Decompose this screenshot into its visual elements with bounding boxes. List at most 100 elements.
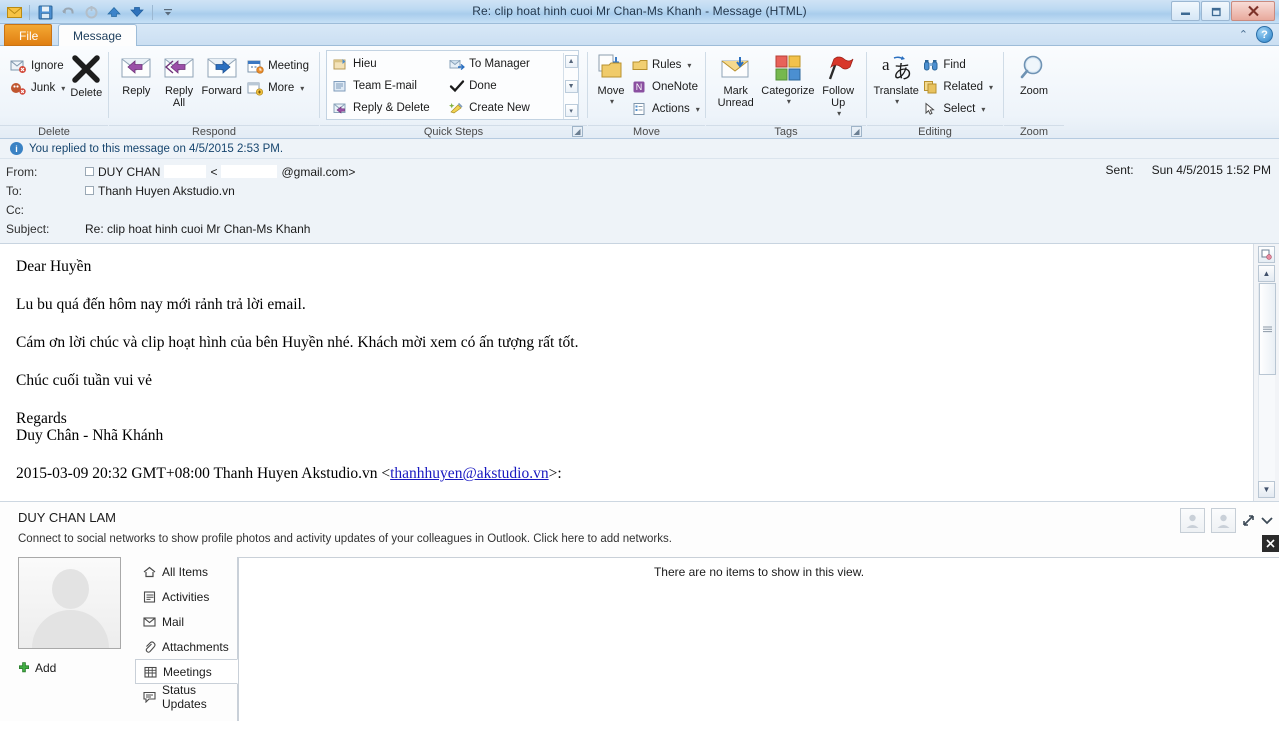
scroll-down-button[interactable]: ▼ [564,79,578,93]
close-people-pane-button[interactable] [1262,535,1279,552]
nav-item-status-updates[interactable]: Status Updates [135,682,237,711]
find-label: Find [943,59,966,71]
expand-arrows-icon[interactable] [1242,514,1255,527]
chevron-down-icon[interactable]: ▾ [787,97,791,106]
to-label: To: [6,183,23,198]
quick-steps-scroll[interactable]: ▲ ▼ ▾ [563,53,578,119]
nav-item-all-items[interactable]: All Items [135,559,237,584]
body-scrollbar[interactable]: ▲ ▼ [1253,244,1279,501]
restore-button[interactable] [1201,1,1230,21]
done-label: Done [469,80,497,92]
quick-steps-more-button[interactable]: ▾ [564,104,578,117]
collapse-ribbon-icon[interactable]: ⌃ [1239,28,1248,41]
close-button[interactable] [1231,1,1275,21]
chevron-down-icon[interactable]: ▾ [837,109,841,118]
more-button[interactable]: More ▾ [243,77,313,99]
chevron-down-icon[interactable]: ▾ [989,83,993,92]
delete-x-icon [69,53,103,85]
move-button[interactable]: Move ▾ [594,51,628,106]
scroll-down-arrow[interactable]: ▼ [1258,481,1275,498]
chevron-down-icon[interactable]: ▾ [300,84,304,93]
reply-button[interactable]: Reply [115,51,158,97]
translate-button[interactable]: aあ Translate ▾ [873,51,919,106]
tab-file[interactable]: File [4,24,52,46]
nav-label: All Items [162,564,209,579]
quick-step-done[interactable]: Done [445,75,563,97]
window-title: Re: clip hoat hinh cuoi Mr Chan-Ms Khanh… [472,4,807,18]
contact-thumbnail-2[interactable] [1211,508,1236,533]
nav-item-activities[interactable]: Activities [135,584,237,609]
onenote-button[interactable]: N OneNote [628,76,704,98]
from-value[interactable]: DUY CHAN < @gmail.com> [85,165,355,179]
related-button[interactable]: Related ▾ [919,76,997,98]
junk-button[interactable]: Junk ▾ [6,77,69,99]
to-value[interactable]: Thanh Huyen Akstudio.vn [85,184,235,198]
scroll-up-button[interactable]: ▲ [564,55,578,68]
group-label-delete: Delete [0,125,108,139]
group-label-editing: Editing [867,125,1003,139]
rules-button[interactable]: Rules ▾ [628,54,704,76]
actions-button[interactable]: Actions ▾ [628,98,704,120]
mark-unread-button[interactable]: Mark Unread [712,51,759,109]
quick-step-create-new[interactable]: Create New [445,97,563,119]
quick-step-reply-delete[interactable]: Reply & Delete [329,97,445,119]
window-controls[interactable] [1171,1,1275,21]
quick-steps-dialog-launcher[interactable]: ◢ [572,126,583,137]
nav-label: Status Updates [162,682,207,711]
tags-label-text: Tags [774,126,798,138]
tags-dialog-launcher[interactable]: ◢ [851,126,862,137]
nav-item-attachments[interactable]: Attachments [135,634,237,659]
categorize-button[interactable]: Categorize ▾ [759,51,816,106]
done-check-icon [449,79,465,93]
ignore-button[interactable]: Ignore [6,55,69,77]
chevron-down-icon[interactable] [1261,516,1273,525]
nav-label: Meetings [163,664,212,679]
select-browse-object-icon[interactable] [1258,246,1275,263]
body-paragraph-1: Lu bu quá đến hôm nay mới rảnh trả lời e… [16,296,306,314]
to-recipient: Thanh Huyen Akstudio.vn [98,183,235,198]
chevron-down-icon[interactable]: ▾ [895,97,899,106]
help-button[interactable]: ? [1256,26,1273,43]
nav-item-meetings[interactable]: Meetings [135,659,238,684]
body-greeting: Dear Huyền [16,258,92,275]
scroll-up-arrow[interactable]: ▲ [1258,265,1275,282]
chevron-down-icon[interactable]: ▾ [696,105,700,114]
scroll-track[interactable] [1258,283,1276,481]
scroll-thumb[interactable] [1259,283,1276,375]
chevron-down-icon[interactable]: ▾ [61,84,65,93]
select-button[interactable]: Select ▾ [919,98,997,120]
quick-step-team-email[interactable]: Team E-mail [329,75,445,97]
meeting-button[interactable]: Meeting [243,55,313,77]
chevron-down-icon[interactable]: ▾ [610,97,614,106]
connect-networks-note[interactable]: Connect to social networks to show profi… [0,525,1279,551]
zoom-button[interactable]: Zoom [1010,51,1058,97]
reply-icon [118,53,154,83]
avatar[interactable] [18,557,121,649]
delete-label: Delete [70,87,103,99]
ribbon-group-editing: aあ Translate ▾ Find Related ▾ Select ▾ E… [867,46,1003,139]
follow-up-button[interactable]: Follow Up ▾ [816,51,860,118]
contact-thumbnail[interactable] [1180,508,1205,533]
tab-message[interactable]: Message [58,24,137,46]
ribbon-tab-row: File Message ⌃ ? [0,24,1279,46]
find-button[interactable]: Find [919,54,997,76]
forward-button[interactable]: Forward [200,51,243,97]
reply-all-button[interactable]: Reply All [158,51,201,109]
add-contact-button[interactable]: Add [18,661,135,675]
minimize-button[interactable] [1171,1,1200,21]
message-body[interactable]: Dear Huyền Lu bu quá đến hôm nay mới rản… [0,244,1253,501]
chevron-down-icon[interactable]: ▾ [687,61,691,70]
quote-suffix: >: [548,465,562,483]
from-bracket: < [210,164,218,179]
group-label-respond: Respond [109,125,319,139]
quick-step-to-manager[interactable]: To Manager [445,53,563,75]
delete-button[interactable]: Delete [69,51,103,99]
message-body-region: Dear Huyền Lu bu quá đến hôm nay mới rản… [0,244,1279,502]
ribbon-group-respond: Reply Reply All Forward Meeting More ▾ R… [109,46,319,139]
nav-item-mail[interactable]: Mail [135,609,237,634]
quoted-email-link[interactable]: thanhhuyen@akstudio.vn [390,465,549,482]
quick-step-hieu[interactable]: Hieu [329,53,445,75]
people-pane-toolbar [1180,508,1273,533]
chevron-down-icon[interactable]: ▾ [981,105,985,114]
cc-label: Cc: [6,202,24,217]
